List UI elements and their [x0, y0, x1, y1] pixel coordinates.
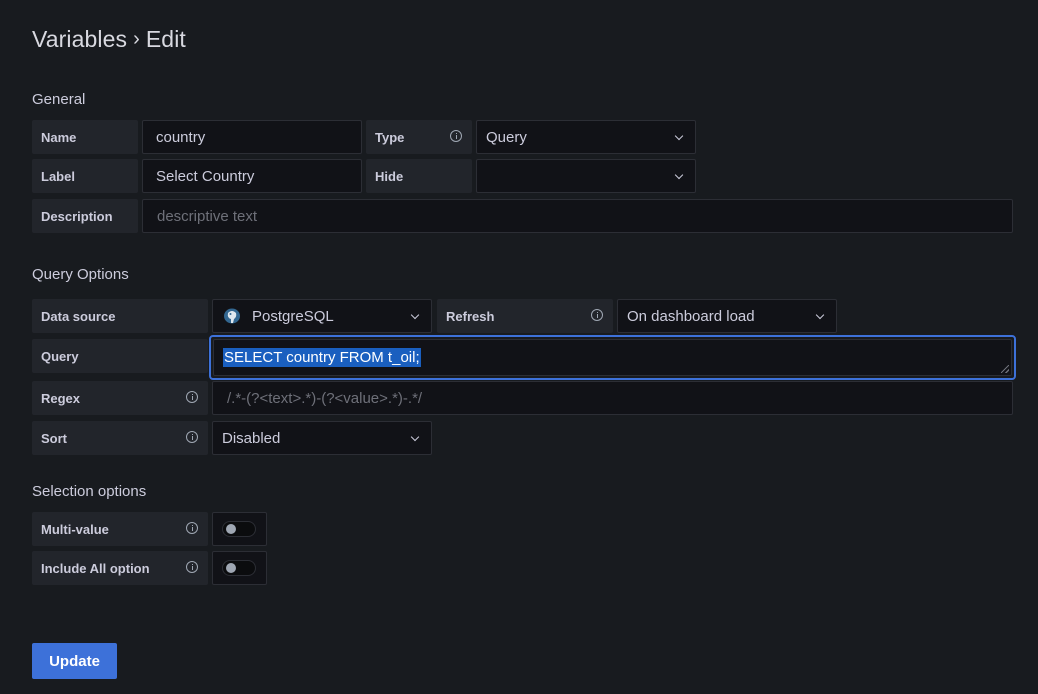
- refresh-label: Refresh: [437, 299, 613, 333]
- page-title: Variables › Edit: [32, 26, 186, 53]
- query-textarea[interactable]: SELECT country FROM t_oil;: [213, 339, 1012, 376]
- type-select-value: Query: [486, 128, 527, 146]
- resize-handle-icon[interactable]: [1001, 365, 1009, 373]
- update-button[interactable]: Update: [32, 643, 117, 679]
- refresh-select-value: On dashboard load: [627, 307, 755, 325]
- chevron-down-icon: [674, 131, 684, 141]
- selection-options-section-title: Selection options: [32, 483, 147, 500]
- query-editor-focus-ring: SELECT country FROM t_oil;: [209, 335, 1016, 380]
- multi-value-toggle-cell: [212, 512, 267, 546]
- hide-select[interactable]: [476, 159, 696, 193]
- name-label: Name: [32, 120, 138, 154]
- info-icon[interactable]: [591, 309, 603, 321]
- chevron-down-icon: [410, 310, 420, 320]
- breadcrumb-separator: ›: [133, 28, 140, 50]
- postgresql-icon: [224, 308, 240, 324]
- toggle-knob: [226, 524, 236, 534]
- regex-input[interactable]: /.*-(?<text>.*)-(?<value>.*)-.*/: [212, 381, 1013, 415]
- info-icon[interactable]: [186, 391, 198, 403]
- info-icon[interactable]: [186, 431, 198, 443]
- sort-label: Sort: [32, 421, 208, 455]
- query-label: Query: [32, 339, 208, 373]
- sort-select[interactable]: Disabled: [212, 421, 432, 455]
- hide-label: Hide: [366, 159, 472, 193]
- type-select[interactable]: Query: [476, 120, 696, 154]
- multi-value-toggle[interactable]: [222, 521, 256, 537]
- breadcrumb-edit: Edit: [145, 26, 186, 52]
- name-input[interactable]: country: [142, 120, 362, 154]
- breadcrumb-variables[interactable]: Variables: [32, 26, 127, 53]
- chevron-down-icon: [815, 310, 825, 320]
- info-icon[interactable]: [186, 522, 198, 534]
- multi-value-label: Multi-value: [32, 512, 208, 546]
- label-input[interactable]: Select Country: [142, 159, 362, 193]
- refresh-select[interactable]: On dashboard load: [617, 299, 837, 333]
- include-all-toggle[interactable]: [222, 560, 256, 576]
- info-icon[interactable]: [450, 130, 462, 142]
- label-label: Label: [32, 159, 138, 193]
- general-section-title: General: [32, 91, 86, 108]
- description-input[interactable]: descriptive text: [142, 199, 1013, 233]
- include-all-label: Include All option: [32, 551, 208, 585]
- datasource-select-value: PostgreSQL: [252, 307, 334, 325]
- chevron-down-icon: [674, 170, 684, 180]
- toggle-knob: [226, 563, 236, 573]
- query-options-section-title: Query Options: [32, 266, 129, 283]
- sort-select-value: Disabled: [222, 429, 281, 447]
- datasource-label: Data source: [32, 299, 208, 333]
- query-text: SELECT country FROM t_oil;: [223, 348, 421, 367]
- description-label: Description: [32, 199, 138, 233]
- include-all-toggle-cell: [212, 551, 267, 585]
- datasource-select[interactable]: PostgreSQL: [212, 299, 432, 333]
- regex-label: Regex: [32, 381, 208, 415]
- info-icon[interactable]: [186, 561, 198, 573]
- chevron-down-icon: [410, 432, 420, 442]
- type-label: Type: [366, 120, 472, 154]
